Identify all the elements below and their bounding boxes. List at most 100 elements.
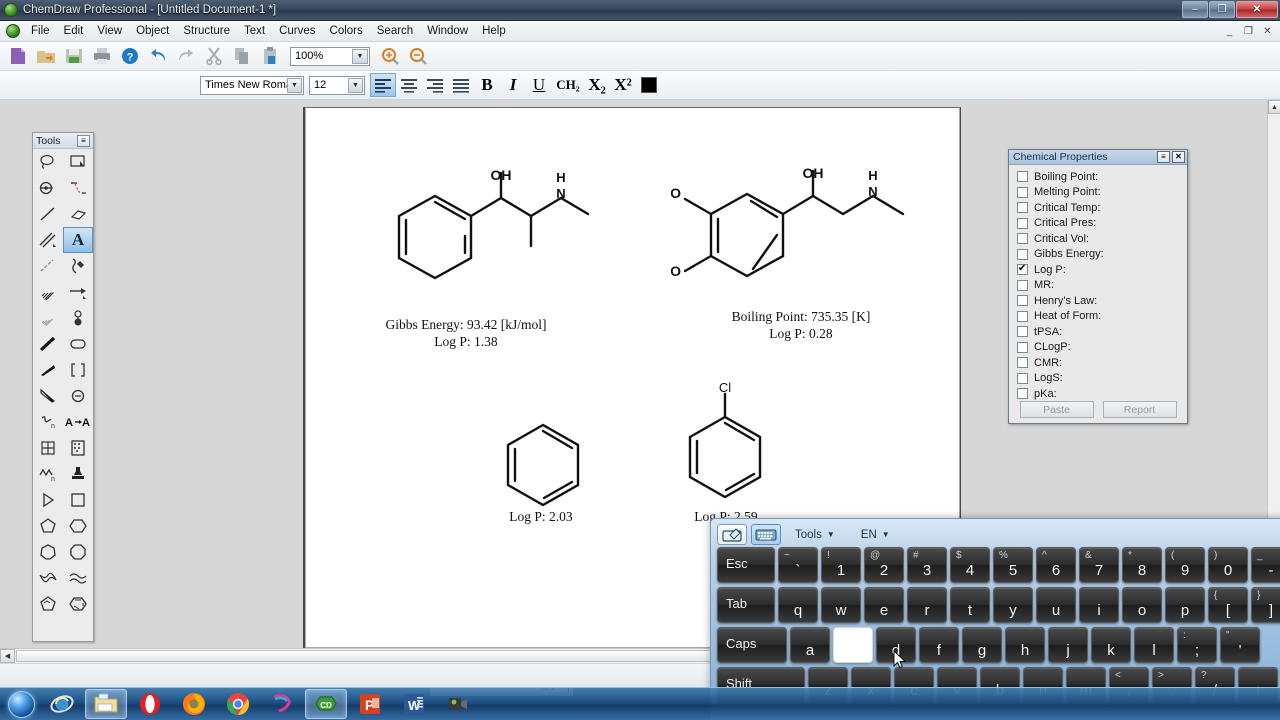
chemdraw-icon[interactable]: CD — [305, 689, 347, 719]
key-p[interactable]: p — [1165, 587, 1205, 623]
checkbox-critical-pres[interactable] — [1017, 217, 1028, 229]
opera-icon[interactable] — [129, 689, 171, 719]
property-row-pka[interactable]: pKa: — [1017, 386, 1187, 402]
tool-rounded-rectangle[interactable] — [63, 331, 93, 357]
key-1[interactable]: ! 1 — [821, 547, 861, 583]
key-q[interactable]: q — [778, 587, 818, 623]
tool-text-tool[interactable]: A — [63, 227, 93, 253]
property-row-critical-pres[interactable]: Critical Pres: — [1017, 216, 1187, 232]
checkbox-mr[interactable] — [1017, 279, 1028, 291]
menu-text[interactable]: Text — [237, 23, 272, 39]
checkbox-gibbs-energy[interactable] — [1017, 248, 1028, 260]
scroll-left-button[interactable]: ◀ — [0, 649, 15, 663]
key-j[interactable]: j — [1048, 627, 1088, 663]
tool-stamp-tool[interactable] — [63, 461, 93, 487]
zoom-in-magnifier-icon[interactable] — [376, 44, 404, 69]
help-question-icon[interactable]: ? — [116, 44, 144, 69]
align-justify-button[interactable] — [448, 73, 474, 97]
tool-pentagon[interactable] — [33, 513, 63, 539]
tool-chain-tool[interactable]: n — [33, 461, 63, 487]
key-[interactable]: {[ — [1208, 587, 1248, 623]
checkbox-henrys-law[interactable] — [1017, 295, 1028, 307]
internet-explorer-icon[interactable] — [41, 689, 83, 719]
tool-benzene-ring[interactable] — [63, 591, 93, 617]
property-row-henrys-law[interactable]: Henry's Law: — [1017, 293, 1187, 309]
tool-table-grid[interactable] — [33, 435, 63, 461]
tool-dashed-curve[interactable] — [63, 175, 93, 201]
key-8[interactable]: * 8 — [1122, 547, 1162, 583]
tool-lasso-select[interactable] — [33, 149, 63, 175]
menu-view[interactable]: View — [90, 23, 129, 39]
tool-atom-label-a-to-a[interactable]: AA — [63, 409, 93, 435]
tool-eraser-circle-arrow[interactable] — [33, 175, 63, 201]
property-row-heat-of-form[interactable]: Heat of Form: — [1017, 309, 1187, 325]
key-h[interactable]: h — [1005, 627, 1045, 663]
tool-cyclopentadiene[interactable] — [33, 591, 63, 617]
property-row-critical-temp[interactable]: Critical Temp: — [1017, 200, 1187, 216]
property-row-melting-point[interactable]: Melting Point: — [1017, 185, 1187, 201]
osk-tools-menu[interactable]: Tools ▼ — [795, 529, 835, 541]
chevron-down-icon[interactable]: ▼ — [348, 77, 363, 93]
structure-ephedrine[interactable]: OH H N — [381, 167, 591, 298]
key-l[interactable]: l — [1134, 627, 1174, 663]
property-row-mr[interactable]: MR: — [1017, 278, 1187, 294]
menu-file[interactable]: File — [24, 23, 57, 39]
open-folder-icon[interactable] — [32, 44, 60, 69]
key-7[interactable]: & 7 — [1079, 547, 1119, 583]
paste-clipboard-icon[interactable] — [256, 44, 284, 69]
chrome-icon[interactable] — [217, 689, 259, 719]
checkbox-logs[interactable] — [1017, 372, 1028, 384]
menu-help[interactable]: Help — [475, 23, 513, 39]
chevron-down-icon[interactable]: ▼ — [352, 48, 368, 64]
redo-arrow-icon[interactable] — [172, 44, 200, 69]
tool-orbital-tool[interactable] — [63, 305, 93, 331]
checkbox-log-p[interactable] — [1017, 263, 1028, 276]
zoom-level-dropdown[interactable]: 100% ▼ — [290, 46, 370, 66]
tools-palette-title-bar[interactable]: Tools ≡ — [33, 133, 93, 149]
save-disk-icon[interactable] — [60, 44, 88, 69]
key-r[interactable]: r — [907, 587, 947, 623]
close-icon[interactable]: ✕ — [1172, 151, 1185, 163]
menu-search[interactable]: Search — [370, 23, 420, 39]
tools-palette-menu-button[interactable]: ≡ — [77, 134, 90, 147]
key-y[interactable]: y — [993, 587, 1033, 623]
tool-bold-bond[interactable] — [33, 331, 63, 357]
structure-chlorobenzene[interactable]: Cl — [678, 380, 773, 510]
property-row-tpsa[interactable]: tPSA: — [1017, 324, 1187, 340]
paste-button[interactable]: Paste — [1019, 401, 1094, 418]
firefox-icon[interactable] — [173, 689, 215, 719]
key-5[interactable]: % 5 — [993, 547, 1033, 583]
chemical-properties-title-bar[interactable]: Chemical Properties ≡ ✕ — [1009, 150, 1187, 165]
key-o[interactable]: o — [1122, 587, 1162, 623]
italic-button[interactable]: I — [500, 73, 526, 97]
key-esc[interactable]: Esc — [717, 547, 775, 583]
key-[interactable]: _ - — [1251, 547, 1280, 583]
tool-hashed-bond[interactable] — [33, 305, 63, 331]
align-left-button[interactable] — [370, 73, 396, 97]
key-9[interactable]: (9 — [1165, 547, 1205, 583]
key-i[interactable]: i — [1079, 587, 1119, 623]
tool-wavy-ribbon[interactable] — [63, 565, 93, 591]
font-size-dropdown[interactable]: 12 ▼ — [309, 75, 365, 95]
subscript-button[interactable]: X₂ — [584, 73, 610, 97]
tool-template-frame[interactable] — [63, 435, 93, 461]
menu-edit[interactable]: Edit — [57, 23, 91, 39]
formula-button[interactable]: CH₂ — [552, 73, 584, 97]
keyboard-icon[interactable] — [751, 524, 781, 545]
key-[interactable]: " ' — [1220, 627, 1260, 663]
cut-scissors-icon[interactable] — [200, 44, 228, 69]
property-row-cmr[interactable]: CMR: — [1017, 355, 1187, 371]
checkbox-tpsa[interactable] — [1017, 326, 1028, 338]
tool-ribbon-bow[interactable] — [33, 565, 63, 591]
sumatra-icon[interactable] — [261, 689, 303, 719]
checkbox-critical-vol[interactable] — [1017, 233, 1028, 245]
font-family-dropdown[interactable]: Times New Roman ▼ — [200, 75, 304, 95]
mdi-close-button[interactable]: ✕ — [1259, 24, 1276, 39]
print-icon[interactable] — [88, 44, 116, 69]
key-4[interactable]: $4 — [950, 547, 990, 583]
handwriting-pad-icon[interactable] — [717, 524, 747, 545]
checkbox-melting-point[interactable] — [1017, 186, 1028, 198]
superscript-button[interactable]: X² — [610, 73, 636, 97]
checkbox-heat-of-form[interactable] — [1017, 310, 1028, 322]
checkbox-cmr[interactable] — [1017, 357, 1028, 369]
